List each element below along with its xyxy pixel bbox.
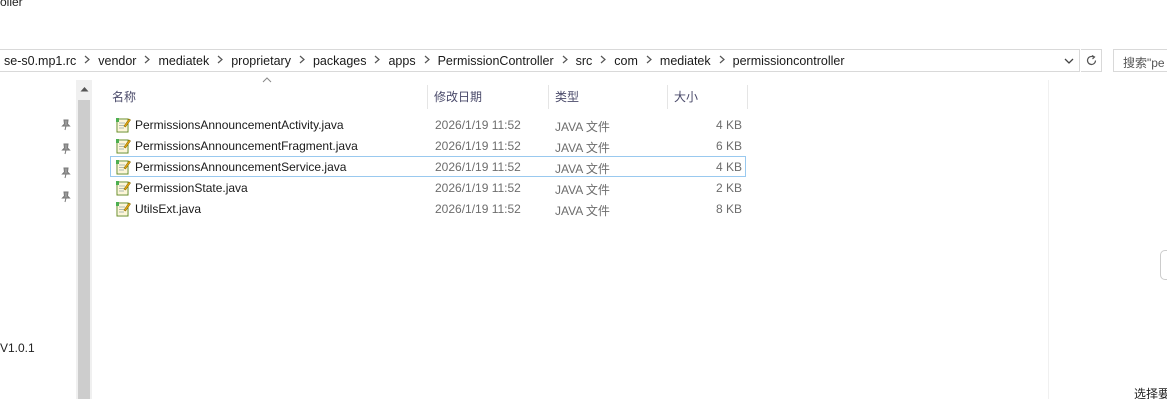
file-rows: PermissionsAnnouncementActivity.java 2026… xyxy=(110,114,746,219)
chevron-right-icon[interactable] xyxy=(140,55,154,67)
chevron-right-icon[interactable] xyxy=(558,55,572,67)
chevron-right-icon[interactable] xyxy=(642,55,656,67)
details-pane-status: 选择要 xyxy=(1134,387,1167,399)
scrollbar-thumb[interactable] xyxy=(78,100,90,399)
file-size: 6 KB xyxy=(715,139,742,153)
refresh-icon xyxy=(1086,54,1096,66)
file-date: 2026/1/19 11:52 xyxy=(435,118,521,132)
file-name: PermissionsAnnouncementService.java xyxy=(135,160,347,174)
pin-icon[interactable] xyxy=(61,143,71,155)
breadcrumb-item[interactable]: com xyxy=(610,54,642,68)
file-size: 4 KB xyxy=(715,160,742,174)
breadcrumb-item[interactable]: mediatek xyxy=(656,54,715,68)
breadcrumb-item[interactable]: packages xyxy=(309,54,371,68)
file-date: 2026/1/19 11:52 xyxy=(435,160,521,174)
breadcrumb-item[interactable]: mediatek xyxy=(154,54,213,68)
chevron-right-icon[interactable] xyxy=(596,55,610,67)
pin-icon[interactable] xyxy=(61,167,71,179)
details-pane-divider xyxy=(1048,80,1049,399)
table-row[interactable]: PermissionsAnnouncementActivity.java 2026… xyxy=(110,114,746,135)
java-file-icon xyxy=(115,159,131,175)
column-header-size[interactable]: 大小 xyxy=(669,85,748,109)
java-file-icon xyxy=(115,138,131,154)
file-name: PermissionsAnnouncementActivity.java xyxy=(135,118,344,132)
file-name: UtilsExt.java xyxy=(135,202,202,216)
column-header-type[interactable]: 类型 xyxy=(550,85,668,109)
address-bar[interactable]: se-s0.mp1.rc vendor mediatek proprietary pac… xyxy=(0,49,1080,72)
breadcrumb-item[interactable]: permissioncontroller xyxy=(729,54,849,68)
breadcrumb: se-s0.mp1.rc vendor mediatek proprietary pac… xyxy=(0,53,849,69)
file-type: JAVA 文件 xyxy=(555,162,610,176)
breadcrumb-item[interactable]: vendor xyxy=(94,54,140,68)
search-input[interactable]: 搜索"pe xyxy=(1113,49,1167,72)
side-panel-handle[interactable] xyxy=(1160,250,1167,280)
file-type: JAVA 文件 xyxy=(555,141,610,155)
column-header-name[interactable]: 名称 xyxy=(107,85,428,109)
table-row[interactable]: UtilsExt.java 2026/1/19 11:52 JAVA 文件 8 KB xyxy=(110,198,746,219)
file-date: 2026/1/19 11:52 xyxy=(435,139,521,153)
chevron-down-icon[interactable] xyxy=(1059,50,1079,71)
java-file-icon xyxy=(115,180,131,196)
column-header-date[interactable]: 修改日期 xyxy=(429,85,549,109)
file-type: JAVA 文件 xyxy=(555,183,610,197)
breadcrumb-item[interactable]: PermissionController xyxy=(434,54,558,68)
chevron-right-icon[interactable] xyxy=(715,55,729,67)
breadcrumb-item[interactable]: apps xyxy=(384,54,419,68)
chevron-right-icon[interactable] xyxy=(213,55,227,67)
java-file-icon xyxy=(115,201,131,217)
file-name: PermissionState.java xyxy=(135,181,248,195)
file-date: 2026/1/19 11:52 xyxy=(435,202,521,216)
table-row[interactable]: PermissionState.java 2026/1/19 11:52 JAVA … xyxy=(110,177,746,198)
file-type: JAVA 文件 xyxy=(555,204,610,218)
file-list: 名称 修改日期 类型 大小 PermissionsAnnouncementAct… xyxy=(92,77,1048,399)
chevron-right-icon[interactable] xyxy=(370,55,384,67)
nav-item-label[interactable]: V1.0.1 xyxy=(0,341,35,355)
java-file-icon xyxy=(115,117,131,133)
breadcrumb-item[interactable]: src xyxy=(572,54,597,68)
scroll-up-icon[interactable] xyxy=(76,80,92,98)
pin-icon[interactable] xyxy=(61,119,71,131)
breadcrumb-item[interactable]: proprietary xyxy=(227,54,295,68)
file-size: 2 KB xyxy=(715,181,742,195)
breadcrumb-item[interactable]: se-s0.mp1.rc xyxy=(0,54,80,68)
file-date: 2026/1/19 11:52 xyxy=(435,181,521,195)
chevron-right-icon[interactable] xyxy=(80,55,94,67)
pin-icon[interactable] xyxy=(61,191,71,203)
table-row[interactable]: PermissionsAnnouncementFragment.java 2026… xyxy=(110,135,746,156)
window-title: oller xyxy=(0,0,23,9)
chevron-right-icon[interactable] xyxy=(420,55,434,67)
chevron-right-icon[interactable] xyxy=(295,55,309,67)
nav-scrollbar[interactable] xyxy=(76,80,92,399)
refresh-button[interactable] xyxy=(1081,49,1102,72)
file-type: JAVA 文件 xyxy=(555,120,610,134)
table-row[interactable]: PermissionsAnnouncementService.java 2026/… xyxy=(110,156,746,177)
file-name: PermissionsAnnouncementFragment.java xyxy=(135,139,358,153)
file-size: 8 KB xyxy=(715,202,742,216)
file-size: 4 KB xyxy=(715,118,742,132)
